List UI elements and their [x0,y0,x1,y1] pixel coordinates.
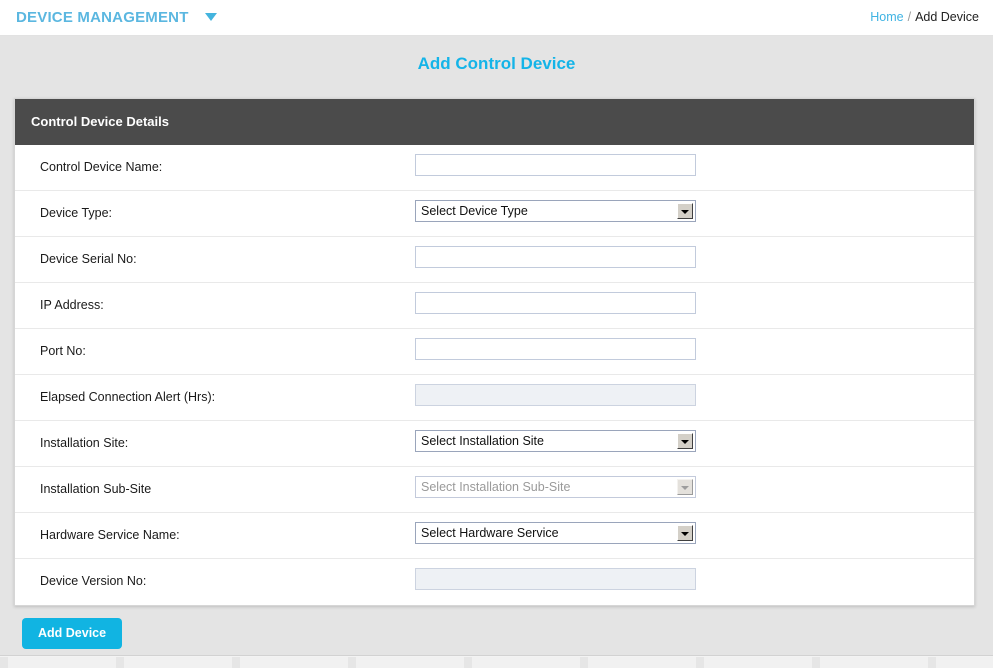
edge-segment [580,657,588,668]
form-field-wrapper [415,292,696,314]
breadcrumb-home-link[interactable]: Home [870,10,903,24]
form-field-wrapper [415,338,696,360]
breadcrumb: Home / Add Device [870,10,979,24]
form-row-label: Installation Site: [40,436,129,450]
form-row: Device Serial No: [15,237,974,283]
text-input [415,568,696,590]
top-navigation-bar: DEVICE MANAGEMENT Home / Add Device [0,0,993,36]
form-row: Installation Sub-Site Select Installation… [15,467,974,513]
form-row: IP Address: [15,283,974,329]
form-field-wrapper [415,384,696,406]
form-row-label: Control Device Name: [40,160,163,174]
select-field[interactable]: Select Device Type [415,200,696,222]
form-row-label: Device Version No: [40,574,147,588]
form-row-label: Hardware Service Name: [40,528,180,542]
form-row: Control Device Name: [15,145,974,191]
form-row: Hardware Service Name: Select Hardware Se… [15,513,974,559]
edge-segment [812,657,820,668]
form-actions: Add Device [22,618,123,649]
select-field[interactable]: Select Installation Site [415,430,696,452]
form-row-label: Device Serial No: [40,252,137,266]
form-row: Elapsed Connection Alert (Hrs): [15,375,974,421]
form-field-wrapper: Select Hardware Service [415,522,696,544]
select-value: Select Installation Sub-Site [421,480,571,494]
text-input[interactable] [415,292,696,314]
panel-header-title: Control Device Details [31,114,169,129]
text-input[interactable] [415,154,696,176]
select-field: Select Installation Sub-Site [415,476,696,498]
breadcrumb-current: Add Device [915,10,979,24]
page-body: Add Control Device Control Device Detail… [0,36,993,656]
edge-segment [116,657,124,668]
form-row: Installation Site: Select Installation Si… [15,421,974,467]
form-row: Device Type: Select Device Type [15,191,974,237]
form-row-label: IP Address: [40,298,104,312]
form-field-wrapper [415,154,696,176]
form-row-label: Elapsed Connection Alert (Hrs): [40,390,216,404]
panel-body: Control Device Name: Device Type: Select D… [15,145,974,605]
edge-segment [464,657,472,668]
chevron-down-icon [677,479,693,495]
select-value: Select Hardware Service [421,526,559,540]
edge-segment [696,657,704,668]
form-field-wrapper: Select Installation Site [415,430,696,452]
edge-segment [348,657,356,668]
edge-segment [232,657,240,668]
text-input[interactable] [415,338,696,360]
form-row-label: Port No: [40,344,86,358]
select-value: Select Device Type [421,204,528,218]
page-title: Add Control Device [417,54,576,73]
form-row-label: Installation Sub-Site [40,482,152,496]
chevron-down-icon[interactable] [677,525,693,541]
select-value: Select Installation Site [421,434,544,448]
form-field-wrapper [415,246,696,268]
panel-header: Control Device Details [15,99,974,145]
form-row: Device Version No: [15,559,974,605]
window-bottom-edge [0,657,993,668]
chevron-down-icon[interactable] [677,203,693,219]
form-row: Port No: [15,329,974,375]
select-field[interactable]: Select Hardware Service [415,522,696,544]
form-field-wrapper: Select Installation Sub-Site [415,476,696,498]
add-device-button[interactable]: Add Device [22,618,123,649]
app-brand-title: DEVICE MANAGEMENT [16,9,189,26]
edge-segment [928,657,936,668]
breadcrumb-separator: / [907,10,912,24]
form-row-label: Device Type: [40,206,113,220]
form-field-wrapper [415,568,696,590]
chevron-down-icon[interactable] [205,13,217,21]
form-field-wrapper: Select Device Type [415,200,696,222]
text-input [415,384,696,406]
control-device-details-panel: Control Device Details Control Device Na… [14,98,975,606]
edge-segment [0,657,8,668]
chevron-down-icon[interactable] [677,433,693,449]
text-input[interactable] [415,246,696,268]
